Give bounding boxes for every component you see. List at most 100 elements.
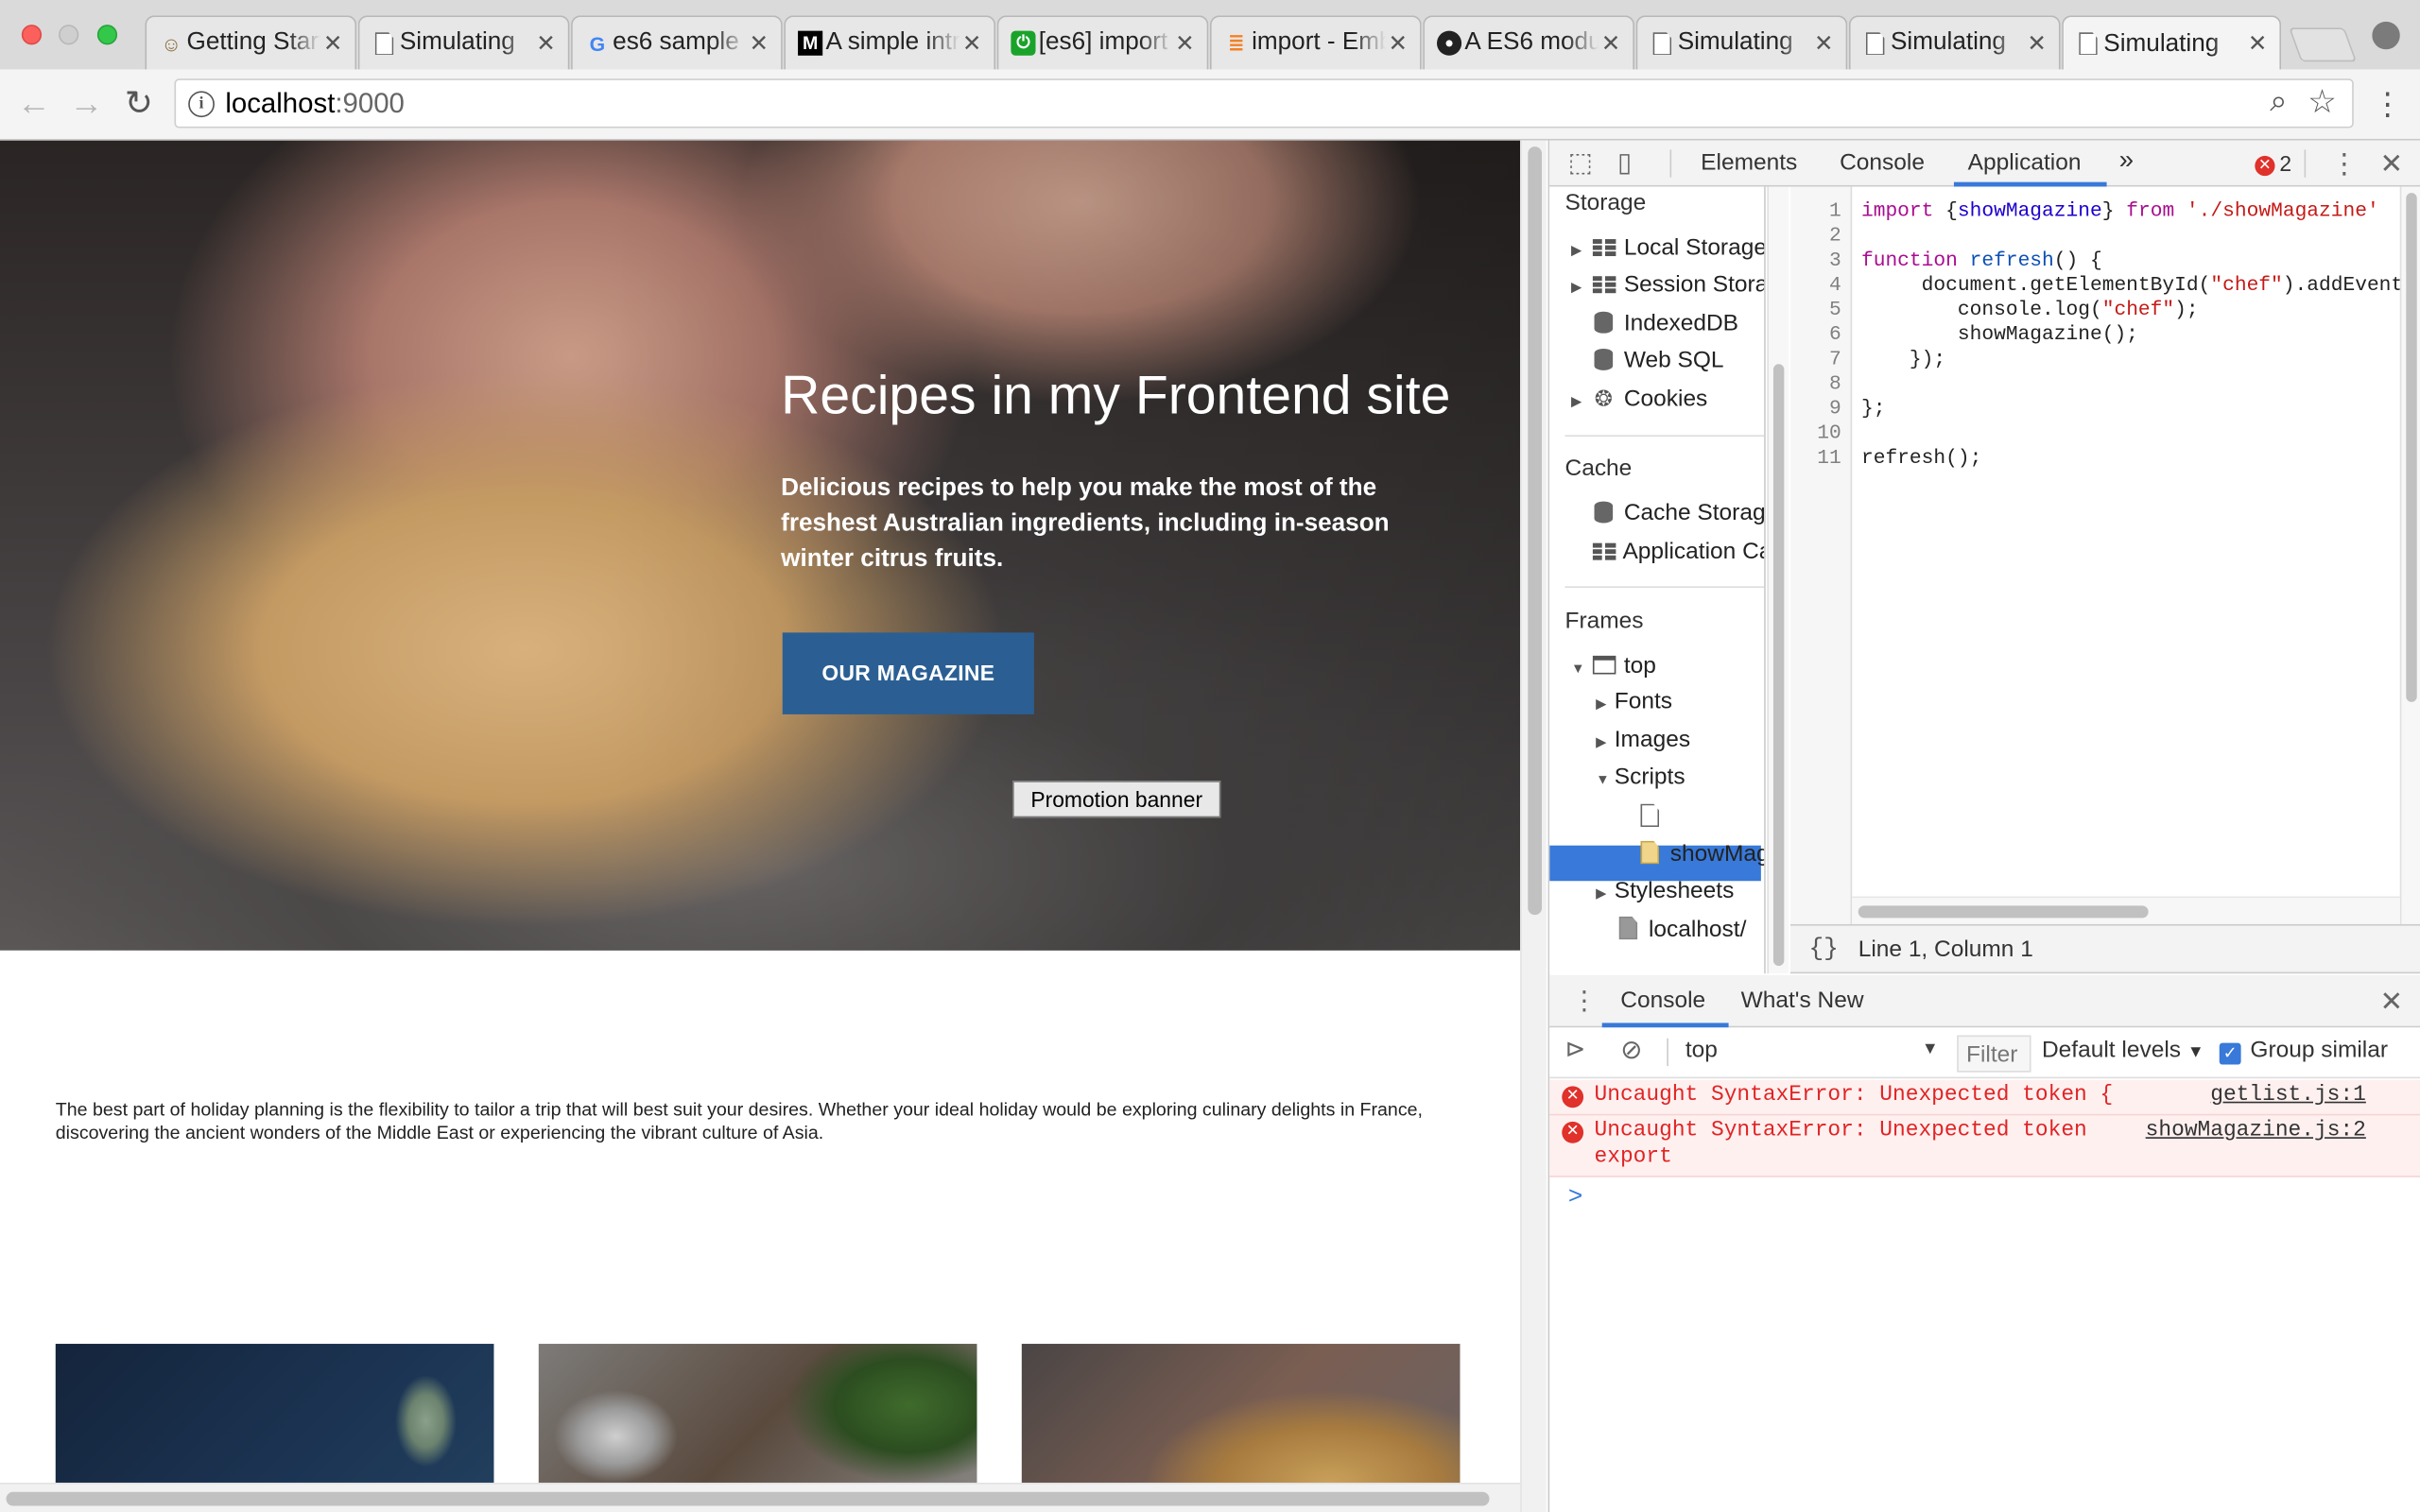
console-prompt[interactable]: >	[1568, 1183, 1583, 1211]
close-tab-icon[interactable]: ✕	[2248, 29, 2268, 58]
tab-elements[interactable]: Elements	[1701, 149, 1797, 176]
group-similar-checkbox[interactable]: ✓ Group similar	[2219, 1037, 2388, 1065]
collapse-triangle-icon[interactable]: ▼	[1571, 651, 1590, 685]
tree-label: Images	[1614, 726, 1691, 753]
console-error-row[interactable]: ✕ Uncaught SyntaxError: Unexpected token…	[1549, 1115, 2420, 1177]
tree-item-showmagazine-js[interactable]: showMagazine.js	[1636, 836, 1764, 870]
scrollbar-thumb[interactable]	[1858, 905, 2149, 919]
our-magazine-button[interactable]: OUR MAGAZINE	[782, 632, 1034, 714]
expand-triangle-icon[interactable]: ▶	[1571, 385, 1590, 419]
tree-item-cookies[interactable]: ▶ ❂ Cookies	[1571, 381, 1707, 415]
browser-menu-icon[interactable]: ⋮	[2372, 85, 2403, 125]
back-arrow-icon[interactable]: ←	[15, 84, 52, 122]
document-icon	[2076, 31, 2100, 56]
close-tab-icon[interactable]: ✕	[2027, 29, 2047, 58]
tab-es6-sample[interactable]: G es6 sample ✕	[571, 15, 783, 70]
expand-triangle-icon[interactable]: ▶	[1571, 270, 1590, 304]
scrollbar-thumb[interactable]	[1528, 146, 1543, 916]
tree-item-session-storage[interactable]: ▶ Session Storage	[1571, 266, 1764, 304]
error-source-link[interactable]: showMagazine.js:2	[2146, 1119, 2366, 1145]
show-sidebar-icon[interactable]: ⊳	[1565, 1037, 1586, 1064]
tree-item-scripts[interactable]: ▼ Scripts	[1596, 761, 1685, 795]
close-tab-icon[interactable]: ✕	[962, 29, 982, 58]
tree-item-cache-storage[interactable]: Cache Storage	[1590, 495, 1764, 529]
url-text[interactable]: localhost:9000	[225, 88, 405, 120]
tree-item-local-storage[interactable]: ▶ Local Storage	[1571, 230, 1764, 267]
tree-item-stylesheets[interactable]: ▶ Stylesheets	[1596, 875, 1734, 909]
tree-item-images[interactable]: ▶ Images	[1596, 724, 1690, 758]
tab-simulating-3[interactable]: Simulating ✕	[1848, 15, 2061, 70]
context-selector[interactable]: top ▼	[1685, 1037, 1939, 1068]
tab-simple-intro[interactable]: M A simple intro ✕	[784, 15, 996, 70]
zoom-magnifier-icon[interactable]: ⌕	[2270, 85, 2287, 121]
tab-simulating-1[interactable]: Simulating ✕	[357, 15, 570, 70]
close-tab-icon[interactable]: ✕	[1388, 29, 1408, 58]
close-drawer-icon[interactable]: ✕	[2380, 988, 2404, 1015]
page-vertical-scrollbar[interactable]	[1520, 140, 1547, 1512]
collapse-triangle-icon[interactable]: ▼	[1596, 763, 1615, 797]
sidebar-scrollbar[interactable]	[1767, 186, 1789, 974]
inspect-element-icon[interactable]: ⬚	[1568, 149, 1593, 177]
expand-triangle-icon[interactable]: ▶	[1596, 876, 1615, 910]
tab-es6-module[interactable]: ● A ES6 module ✕	[1423, 15, 1634, 70]
close-tab-icon[interactable]: ✕	[1175, 29, 1195, 58]
tree-item-getlist-js[interactable]: getlist.js	[1636, 799, 1754, 833]
drawer-menu-icon[interactable]: ⋮	[1571, 987, 1598, 1015]
line-number: 9	[1828, 396, 1841, 421]
close-tab-icon[interactable]: ✕	[750, 29, 769, 58]
info-icon[interactable]: i	[188, 91, 215, 118]
error-source-link[interactable]: getlist.js:1	[2210, 1083, 2366, 1109]
expand-triangle-icon[interactable]: ▶	[1596, 725, 1615, 759]
pretty-print-braces-icon[interactable]: {}	[1808, 935, 1838, 962]
checkbox-checked-icon[interactable]: ✓	[2219, 1042, 2241, 1065]
console-error-row[interactable]: ✕ Uncaught SyntaxError: Unexpected token…	[1549, 1079, 2420, 1116]
bookmark-star-icon[interactable]: ☆	[2308, 83, 2337, 122]
console-filter-input[interactable]: Filter	[1957, 1035, 2031, 1073]
expand-triangle-icon[interactable]: ▶	[1571, 233, 1590, 267]
scrollbar-thumb[interactable]	[2406, 193, 2417, 702]
scrollbar-thumb[interactable]	[6, 1491, 1490, 1506]
page-horizontal-scrollbar[interactable]	[0, 1482, 1521, 1512]
tree-item-fonts[interactable]: ▶ Fonts	[1596, 685, 1672, 719]
close-tab-icon[interactable]: ✕	[323, 29, 343, 58]
forward-arrow-icon[interactable]: →	[68, 84, 105, 122]
expand-triangle-icon[interactable]: ▶	[1596, 687, 1615, 721]
scrollbar-thumb[interactable]	[1772, 364, 1785, 967]
minimize-window-button[interactable]	[59, 25, 79, 45]
error-count-badge[interactable]: ✕ 2	[2255, 151, 2291, 177]
tree-item-indexeddb[interactable]: IndexedDB	[1590, 305, 1738, 339]
drawer-tab-whats-new[interactable]: What's New	[1741, 988, 1864, 1014]
tab-simulating-active[interactable]: Simulating ✕	[2062, 15, 2282, 72]
device-toolbar-icon[interactable]: ▯	[1617, 149, 1632, 177]
close-tab-icon[interactable]: ✕	[536, 29, 556, 58]
close-tab-icon[interactable]: ✕	[1601, 29, 1621, 58]
clear-console-icon[interactable]: ⊘	[1620, 1036, 1642, 1064]
new-tab-button[interactable]	[2289, 27, 2358, 62]
reload-icon[interactable]: ↻	[120, 84, 157, 122]
close-devtools-icon[interactable]: ✕	[2380, 149, 2404, 177]
tab-console[interactable]: Console	[1840, 149, 1925, 176]
line-number: 4	[1828, 272, 1841, 297]
address-bar[interactable]: i localhost:9000 ⌕ ☆	[174, 78, 2354, 129]
close-window-button[interactable]	[21, 25, 43, 45]
tab-simulating-2[interactable]: Simulating ✕	[1635, 15, 1848, 70]
tab-application[interactable]: Application	[1968, 149, 2082, 176]
editor-vertical-scrollbar[interactable]	[2399, 186, 2420, 924]
log-levels-dropdown[interactable]: Default levels ▼	[2042, 1037, 2204, 1063]
tree-item-web-sql[interactable]: Web SQL	[1590, 342, 1724, 376]
profile-avatar[interactable]	[2369, 18, 2404, 53]
editor-horizontal-scrollbar[interactable]	[1852, 896, 2400, 924]
more-tabs-chevron-icon[interactable]: »	[2119, 145, 2134, 176]
tab-import-ember[interactable]: ≣ import - Ember ✕	[1209, 15, 1422, 70]
tree-item-localhost[interactable]: localhost/	[1615, 912, 1746, 946]
close-tab-icon[interactable]: ✕	[1814, 29, 1834, 58]
tree-item-top-frame[interactable]: ▼ top	[1571, 648, 1656, 682]
devtools-menu-icon[interactable]: ⋮	[2330, 149, 2358, 177]
zoom-window-button[interactable]	[96, 25, 118, 45]
source-code-editor[interactable]: 1 2 3 4 5 6 7 8 9 10 11 import {showMaga…	[1789, 186, 2400, 924]
tab-es6-import[interactable]: ⏻ [es6] import ✕	[996, 15, 1209, 70]
tab-getting-started[interactable]: ☺ Getting Started ✕	[145, 15, 357, 70]
drawer-tab-console[interactable]: Console	[1620, 988, 1705, 1014]
tree-item-application-cache[interactable]: Application Cache	[1590, 534, 1764, 568]
tab-title: A simple intro	[825, 29, 960, 56]
